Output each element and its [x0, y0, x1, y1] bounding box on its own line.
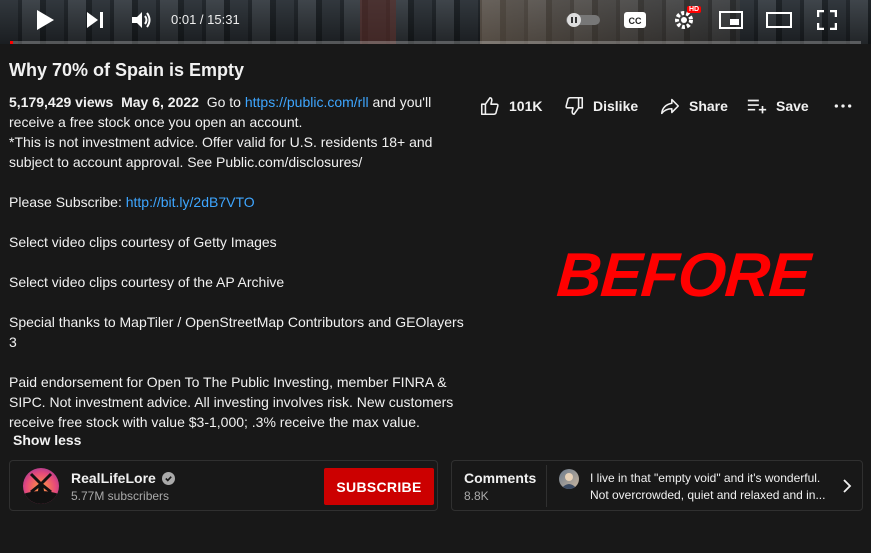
next-button[interactable] — [80, 0, 110, 40]
divider — [546, 465, 547, 507]
share-label: Share — [689, 98, 728, 114]
subscriber-count: 5.77M subscribers — [71, 489, 170, 503]
promo-text-line2: receive a free stock once you open an ac… — [9, 114, 303, 130]
save-label: Save — [776, 98, 809, 114]
getty-credit: Select video clips courtesy of Getty Ima… — [9, 234, 277, 250]
paid-endorsement-line1: Paid endorsement for Open To The Public … — [9, 374, 447, 390]
share-icon — [660, 98, 680, 115]
settings-button[interactable]: HD — [669, 0, 702, 40]
miniplayer-icon — [719, 11, 743, 29]
hd-badge: HD — [687, 6, 702, 13]
captions-icon: CC — [624, 12, 646, 28]
volume-button[interactable] — [127, 0, 157, 40]
video-title: Why 70% of Spain is Empty — [9, 60, 245, 80]
fullscreen-icon — [817, 10, 837, 30]
subscribe-button[interactable]: SUBSCRIBE — [324, 468, 434, 505]
promo-text-start: Go to — [206, 94, 241, 110]
before-overlay-text: BEFORE — [554, 241, 812, 310]
comment-line1: I live in that "empty void" and it's won… — [590, 471, 821, 485]
play-icon — [37, 10, 54, 30]
autoplay-toggle[interactable] — [565, 0, 601, 40]
dislike-button[interactable]: Dislike — [563, 95, 643, 117]
share-button[interactable]: Share — [659, 95, 729, 117]
progress-bar-fill — [10, 41, 13, 44]
next-icon — [87, 12, 103, 28]
top-comment-preview: I live in that "empty void" and it's won… — [590, 470, 830, 504]
theater-mode-button[interactable] — [764, 0, 794, 40]
autoplay-toggle-icon — [566, 13, 600, 27]
commenter-avatar — [559, 469, 579, 489]
save-button[interactable]: Save — [746, 95, 816, 117]
more-actions-button[interactable] — [833, 95, 853, 117]
fullscreen-button[interactable] — [812, 0, 842, 40]
miniplayer-button[interactable] — [716, 0, 746, 40]
paid-endorsement-line2: SIPC. Not investment advice. All investi… — [9, 394, 454, 410]
verified-check-icon — [161, 471, 175, 485]
volume-icon — [132, 12, 151, 28]
thumbs-down-icon — [565, 96, 584, 116]
promo-text-end: and you'll — [372, 94, 432, 110]
video-description: 5,179,429 views May 6, 2022 Go to https:… — [9, 92, 464, 432]
thanks-line2: 3 — [9, 334, 17, 350]
promo-link[interactable]: https://public.com/rll — [245, 94, 369, 110]
comment-line2: Not overcrowded, quiet and relaxed and i… — [590, 488, 826, 502]
subscribe-text: Please Subscribe: — [9, 194, 122, 210]
captions-button[interactable]: CC — [621, 0, 649, 40]
svg-text:CC: CC — [629, 16, 642, 26]
like-count: 101K — [509, 98, 543, 114]
channel-name-row[interactable]: RealLifeLore — [71, 470, 175, 486]
chevron-right-icon — [842, 478, 852, 499]
ap-credit: Select video clips courtesy of the AP Ar… — [9, 274, 285, 290]
more-icon — [834, 104, 852, 108]
dislike-label: Dislike — [593, 98, 639, 114]
show-less-button[interactable]: Show less — [13, 432, 81, 448]
add-to-playlist-icon — [747, 99, 767, 114]
time-display: 0:01 / 15:31 — [171, 12, 240, 27]
disclaimer-line1: *This is not investment advice. Offer va… — [9, 134, 433, 150]
progress-bar[interactable] — [10, 41, 861, 44]
thanks-line1: Special thanks to MapTiler / OpenStreetM… — [9, 314, 464, 330]
view-count: 5,179,429 views — [9, 94, 114, 110]
play-button[interactable] — [30, 0, 60, 40]
video-player-controls: 0:01 / 15:31 CC HD — [0, 0, 871, 44]
channel-name: RealLifeLore — [71, 470, 156, 486]
comments-label: Comments — [464, 470, 537, 486]
channel-avatar[interactable] — [23, 468, 59, 504]
comments-count: 8.8K — [464, 489, 489, 503]
windmill-logo-icon — [23, 472, 59, 504]
channel-card: RealLifeLore 5.77M subscribers SUBSCRIBE — [9, 460, 438, 511]
paid-endorsement-line3: receive free stock with value $3-1,000; … — [9, 414, 420, 430]
comments-card[interactable]: Comments 8.8K I live in that "empty void… — [451, 460, 863, 511]
like-button[interactable]: 101K — [479, 95, 549, 117]
thumbs-up-icon — [480, 96, 499, 116]
upload-date: May 6, 2022 — [121, 94, 199, 110]
disclaimer-line2: subject to account approval. See Public.… — [9, 154, 363, 170]
theater-icon — [766, 12, 792, 28]
subscribe-link[interactable]: http://bit.ly/2dB7VTO — [126, 194, 255, 210]
